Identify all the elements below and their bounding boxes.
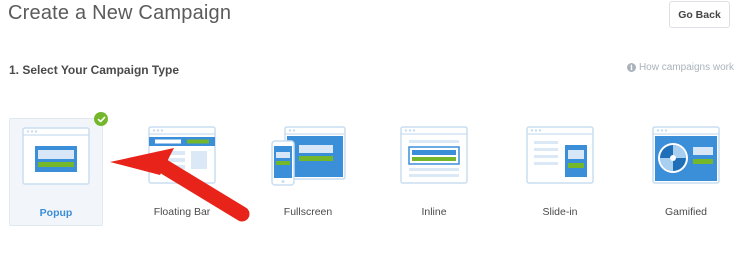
campaign-type-label: Floating Bar bbox=[153, 206, 211, 218]
campaign-type-label: Gamified bbox=[664, 206, 707, 218]
campaign-type-slide-in[interactable]: Slide-in bbox=[513, 118, 607, 226]
annotation-arrow-icon bbox=[110, 148, 250, 222]
campaign-type-floating-bar[interactable]: Floating Bar bbox=[135, 118, 229, 226]
popup-icon bbox=[22, 127, 90, 185]
campaign-type-label: Slide-in bbox=[542, 206, 578, 218]
campaign-type-gamified[interactable]: Gamified bbox=[639, 118, 733, 226]
campaign-type-inline[interactable]: Inline bbox=[387, 118, 481, 226]
floating-bar-icon bbox=[148, 126, 216, 184]
campaign-type-label: Popup bbox=[39, 207, 73, 219]
section-title: 1. Select Your Campaign Type bbox=[9, 63, 180, 77]
campaign-type-popup[interactable]: Popup bbox=[9, 118, 103, 226]
selected-check-icon bbox=[94, 112, 108, 126]
slide-in-icon bbox=[526, 126, 594, 184]
page-title: Create a New Campaign bbox=[8, 2, 232, 24]
campaign-type-label: Inline bbox=[421, 206, 447, 218]
gamified-icon bbox=[652, 126, 720, 184]
fullscreen-icon bbox=[271, 126, 346, 186]
campaign-type-fullscreen[interactable]: Fullscreen bbox=[261, 118, 355, 226]
how-campaigns-work-link[interactable]: i How campaigns work bbox=[626, 62, 734, 73]
campaign-type-label: Fullscreen bbox=[283, 206, 333, 218]
help-link-label: How campaigns work bbox=[638, 62, 734, 73]
go-back-button[interactable]: Go Back bbox=[669, 1, 730, 28]
info-icon: i bbox=[626, 63, 636, 72]
inline-icon bbox=[400, 126, 468, 184]
